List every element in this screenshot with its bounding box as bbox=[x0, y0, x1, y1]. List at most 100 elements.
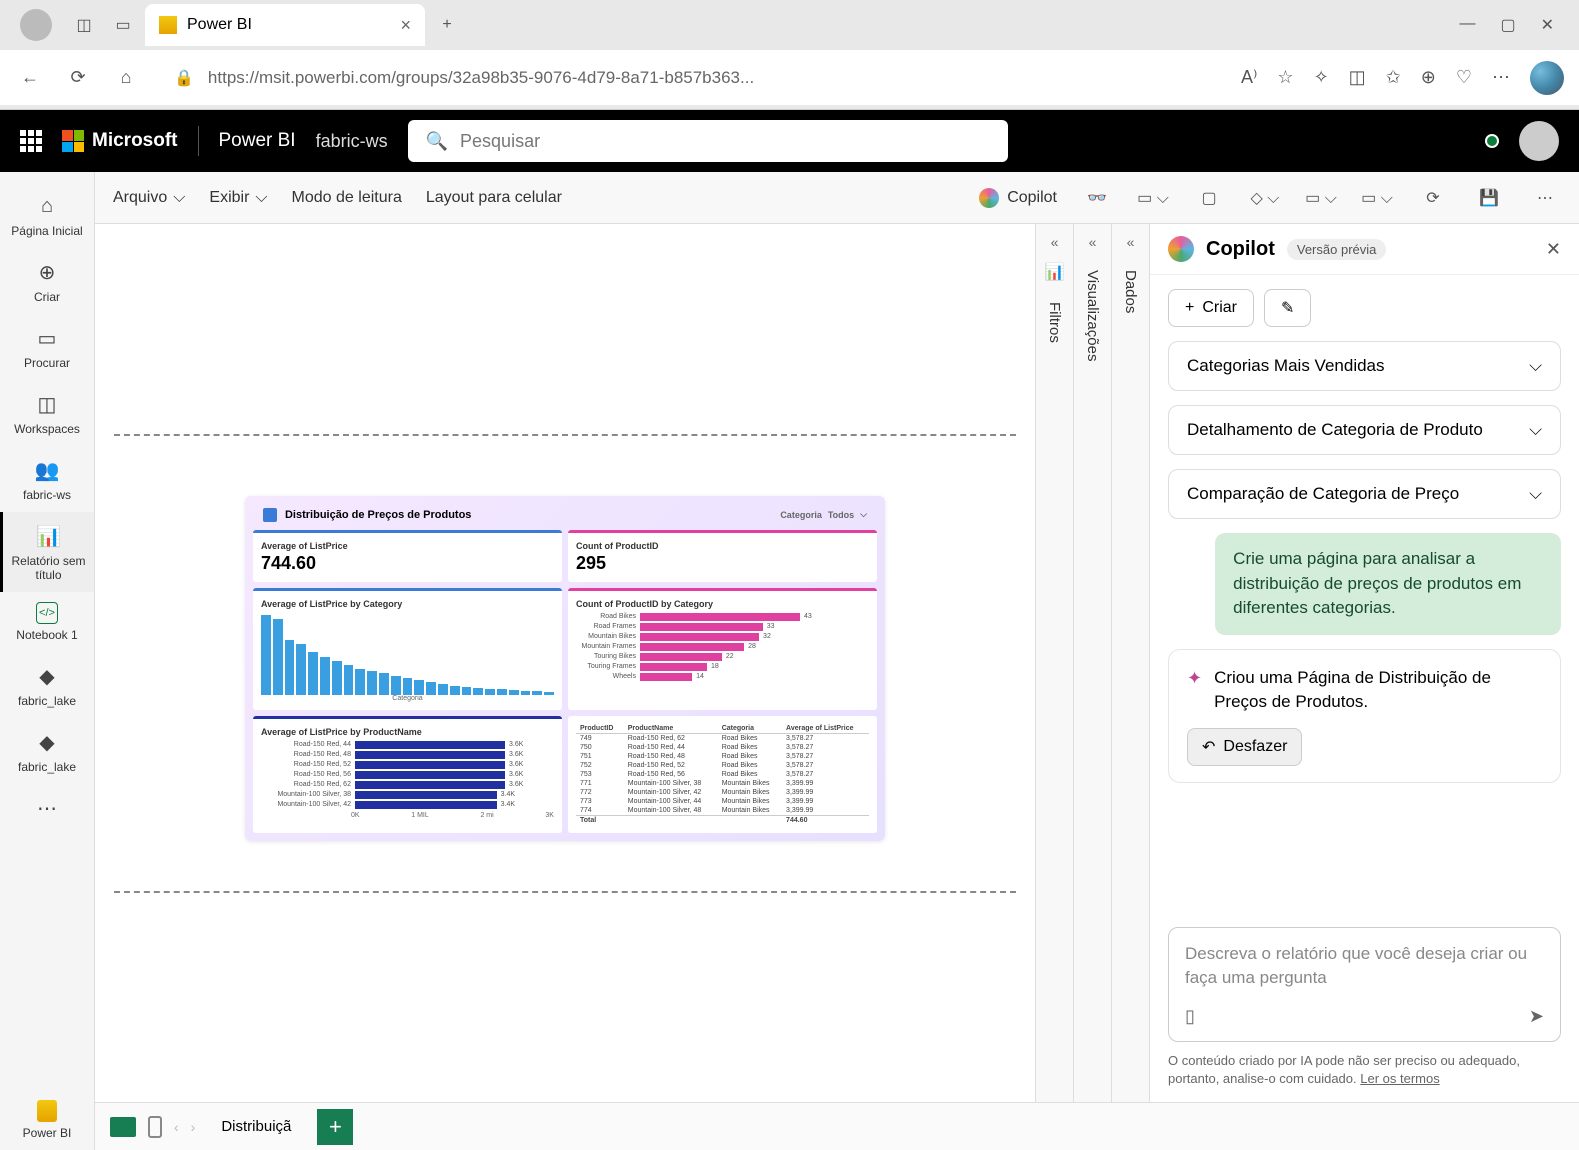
url-text: https://msit.powerbi.com/groups/32a98b35… bbox=[208, 68, 754, 88]
collections-icon[interactable]: ⊕ bbox=[1421, 67, 1436, 88]
favorites-bar-icon[interactable]: ✩ bbox=[1386, 67, 1401, 88]
suggestion-card[interactable]: Categorias Mais Vendidas⌵ bbox=[1168, 341, 1561, 391]
send-icon[interactable]: ➤ bbox=[1529, 1006, 1544, 1027]
close-window-icon[interactable]: ✕ bbox=[1541, 15, 1554, 35]
nav-powerbi-switcher[interactable]: Power BI bbox=[0, 1090, 94, 1150]
suggestion-card[interactable]: Comparação de Categoria de Preço⌵ bbox=[1168, 469, 1561, 519]
nav-workspaces[interactable]: ◫Workspaces bbox=[0, 380, 94, 446]
report-icon: 📊 bbox=[35, 522, 63, 550]
copilot-ribbon-button[interactable]: Copilot bbox=[979, 188, 1057, 208]
new-tab-icon[interactable]: + bbox=[430, 8, 464, 42]
desktop-view-icon[interactable] bbox=[110, 1117, 136, 1137]
back-icon[interactable]: ← bbox=[15, 63, 45, 93]
card-icon[interactable]: ▯ bbox=[1185, 1006, 1195, 1027]
suggestion-card[interactable]: Detalhamento de Categoria de Produto⌵ bbox=[1168, 405, 1561, 455]
minimize-icon[interactable]: — bbox=[1459, 15, 1475, 35]
undo-button[interactable]: ↶Desfazer bbox=[1187, 728, 1302, 766]
tab-actions-icon[interactable]: ▭ bbox=[106, 8, 140, 42]
nav-home[interactable]: ⌂Página Inicial bbox=[0, 182, 94, 248]
refresh-icon[interactable]: ⟳ bbox=[63, 63, 93, 93]
search-input[interactable]: 🔍 Pesquisar bbox=[408, 120, 1008, 162]
split-screen-icon[interactable]: ◫ bbox=[1349, 67, 1366, 88]
copilot-panel: Copilot Versão prévia ✕ +Criar ✎ Categor… bbox=[1149, 224, 1579, 1102]
refresh-ribbon-icon[interactable]: ⟳ bbox=[1417, 182, 1449, 214]
visual-interact-icon[interactable]: ▭ ⌵ bbox=[1305, 182, 1337, 214]
workspace-name[interactable]: fabric-ws bbox=[316, 131, 388, 152]
close-copilot-icon[interactable]: ✕ bbox=[1546, 239, 1561, 260]
profile-avatar-icon[interactable] bbox=[20, 9, 52, 41]
chart-avg-by-product[interactable]: Average of ListPrice by ProductName Road… bbox=[253, 716, 562, 833]
product-table[interactable]: ProductIDProductNameCategoriaAverage of … bbox=[568, 716, 877, 833]
workspaces-icon[interactable]: ◫ bbox=[67, 8, 101, 42]
nav-fabric-ws[interactable]: 👥fabric-ws bbox=[0, 446, 94, 512]
nav-notebook1[interactable]: </>Notebook 1 bbox=[0, 592, 94, 652]
add-page-button[interactable]: + bbox=[317, 1109, 353, 1145]
nav-untitled-report[interactable]: 📊Relatório sem título bbox=[0, 512, 94, 592]
kpi-count-productid[interactable]: Count of ProductID 295 bbox=[568, 530, 877, 582]
terms-link[interactable]: Ler os termos bbox=[1360, 1071, 1439, 1086]
filters-pane[interactable]: « 📊 Filtros bbox=[1035, 224, 1073, 1102]
left-nav-rail: ⌂Página Inicial ⊕Criar ▭Procurar ◫Worksp… bbox=[0, 172, 95, 1150]
app-name[interactable]: Power BI bbox=[219, 130, 296, 152]
shapes-icon[interactable]: ▢ bbox=[1193, 182, 1225, 214]
copilot-input[interactable]: Descreva o relatório que você deseja cri… bbox=[1168, 927, 1561, 1042]
report-canvas[interactable]: Distribuição de Preços de Produtos Categ… bbox=[95, 224, 1035, 1102]
text-box-icon[interactable]: ▭ ⌵ bbox=[1137, 182, 1169, 214]
more-icon[interactable]: ⋯ bbox=[1492, 67, 1510, 88]
nav-fabric-lake2[interactable]: ◆fabric_lake bbox=[0, 718, 94, 784]
kpi-avg-listprice[interactable]: Average of ListPrice 744.60 bbox=[253, 530, 562, 582]
favorite-icon[interactable]: ☆ bbox=[1277, 67, 1293, 88]
lakehouse-icon: ◆ bbox=[33, 728, 61, 756]
explore-icon[interactable]: 👓 bbox=[1081, 182, 1113, 214]
visualizations-pane[interactable]: « Visualizações bbox=[1073, 224, 1111, 1102]
buttons-icon[interactable]: ◇ ⌵ bbox=[1249, 182, 1281, 214]
nav-browse[interactable]: ▭Procurar bbox=[0, 314, 94, 380]
view-menu[interactable]: Exibir ⌵ bbox=[209, 189, 267, 207]
microsoft-label: Microsoft bbox=[92, 130, 178, 152]
reading-mode-button[interactable]: Modo de leitura bbox=[292, 189, 402, 207]
ribbon-toolbar: Arquivo ⌵ Exibir ⌵ Modo de leitura Layou… bbox=[95, 172, 1579, 224]
maximize-icon[interactable]: ▢ bbox=[1500, 15, 1515, 35]
page-boundary: Distribuição de Preços de Produtos Categ… bbox=[114, 434, 1016, 893]
chevron-down-icon: ⌵ bbox=[173, 189, 185, 207]
chevron-down-icon: ⌵ bbox=[1529, 484, 1542, 504]
chart-avg-by-category[interactable]: Average of ListPrice by Category Categor… bbox=[253, 588, 562, 710]
prev-page-icon[interactable]: ‹ bbox=[174, 1119, 179, 1135]
nav-more[interactable]: ⋯ bbox=[0, 784, 94, 832]
page-tabs-bar: ‹ › Distribuiçã + bbox=[95, 1102, 1579, 1150]
address-bar[interactable]: 🔒 https://msit.powerbi.com/groups/32a98b… bbox=[159, 58, 1223, 98]
close-tab-icon[interactable]: × bbox=[400, 15, 411, 36]
data-pane[interactable]: « Dados bbox=[1111, 224, 1149, 1102]
app-launcher-icon[interactable] bbox=[20, 130, 42, 152]
more-ribbon-icon[interactable]: ⋯ bbox=[1529, 182, 1561, 214]
nav-create[interactable]: ⊕Criar bbox=[0, 248, 94, 314]
home-icon[interactable]: ⌂ bbox=[111, 63, 141, 93]
bookmark-icon[interactable]: ▭ ⌵ bbox=[1361, 182, 1393, 214]
page-tab[interactable]: Distribuiçã bbox=[207, 1110, 305, 1143]
pencil-icon: ✎ bbox=[1281, 298, 1294, 318]
browser-tab[interactable]: Power BI × bbox=[145, 4, 425, 46]
copilot-browser-icon[interactable] bbox=[1530, 61, 1564, 95]
extensions-icon[interactable]: ✧ bbox=[1314, 67, 1329, 88]
nav-fabric-lake1[interactable]: ◆fabric_lake bbox=[0, 652, 94, 718]
mobile-layout-button[interactable]: Layout para celular bbox=[426, 189, 562, 207]
input-placeholder: Descreva o relatório que você deseja cri… bbox=[1185, 942, 1544, 990]
collapse-icon: « bbox=[1089, 234, 1097, 250]
copilot-icon bbox=[979, 188, 999, 208]
lock-icon: 🔒 bbox=[174, 68, 194, 88]
search-placeholder: Pesquisar bbox=[460, 131, 540, 152]
category-slicer[interactable]: Categoria Todos ⌵ bbox=[780, 509, 867, 520]
presence-icon[interactable] bbox=[1485, 134, 1499, 148]
edit-button[interactable]: ✎ bbox=[1264, 289, 1311, 327]
next-page-icon[interactable]: › bbox=[191, 1119, 196, 1135]
health-icon[interactable]: ♡ bbox=[1456, 67, 1472, 88]
chart-count-by-category[interactable]: Count of ProductID by Category Road Bike… bbox=[568, 588, 877, 710]
file-menu[interactable]: Arquivo ⌵ bbox=[113, 189, 185, 207]
mobile-view-icon[interactable] bbox=[148, 1116, 162, 1138]
create-button[interactable]: +Criar bbox=[1168, 289, 1254, 327]
read-aloud-icon[interactable]: A⁾ bbox=[1241, 67, 1257, 88]
chevron-down-icon: ⌵ bbox=[1529, 356, 1542, 376]
save-icon[interactable]: 💾 bbox=[1473, 182, 1505, 214]
report-page[interactable]: Distribuição de Preços de Produtos Categ… bbox=[245, 496, 885, 841]
user-avatar-icon[interactable] bbox=[1519, 121, 1559, 161]
